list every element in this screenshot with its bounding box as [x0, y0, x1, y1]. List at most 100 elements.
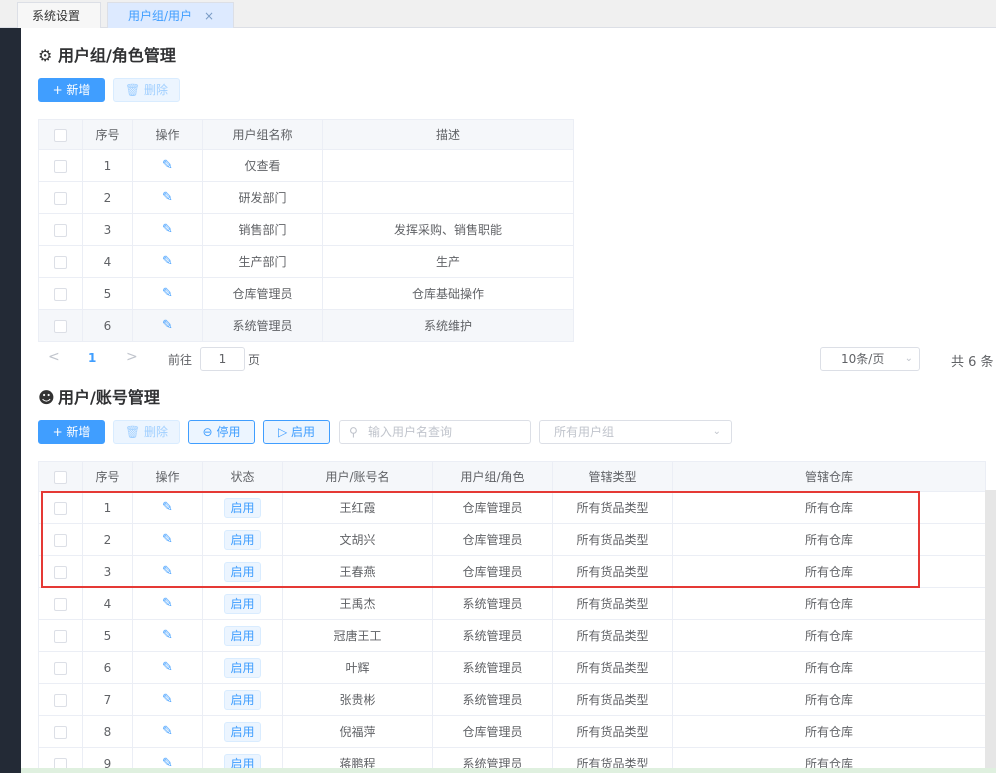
- close-icon[interactable]: ×: [204, 3, 214, 29]
- manage-warehouse: 所有仓库: [672, 523, 986, 556]
- disable-user-button[interactable]: ⊖ 停用: [188, 420, 255, 444]
- table-row[interactable]: 2 ✎ 启用 文胡兴 仓库管理员 所有货品类型 所有仓库: [38, 523, 986, 556]
- next-page-button[interactable]: >: [126, 349, 138, 365]
- user-role: 系统管理员: [432, 651, 553, 684]
- table-row[interactable]: 2 ✎ 研发部门: [38, 181, 574, 214]
- enable-user-button[interactable]: ▷ 启用: [263, 420, 330, 444]
- column-header: 序号: [82, 461, 133, 492]
- trash-icon: 🗑: [124, 83, 141, 97]
- row-checkbox[interactable]: [38, 491, 83, 524]
- table-row[interactable]: 4 ✎ 生产部门 生产: [38, 245, 574, 278]
- group-desc: [322, 149, 574, 182]
- user-role: 仓库管理员: [432, 715, 553, 748]
- add-user-button[interactable]: + 新增: [38, 420, 105, 444]
- table-row[interactable]: 1 ✎ 启用 王红霞 仓库管理员 所有货品类型 所有仓库: [38, 491, 986, 524]
- row-checkbox[interactable]: [38, 149, 83, 182]
- row-number: 4: [82, 245, 133, 278]
- group-name: 系统管理员: [202, 309, 323, 342]
- tab-user-groups[interactable]: 用户组/用户 ×: [107, 2, 234, 28]
- row-checkbox[interactable]: [38, 181, 83, 214]
- table-row[interactable]: 5 ✎ 仓库管理员 仓库基础操作: [38, 277, 574, 310]
- row-number: 2: [82, 523, 133, 556]
- row-checkbox[interactable]: [38, 619, 83, 652]
- manage-warehouse: 所有仓库: [672, 651, 986, 684]
- edit-icon[interactable]: ✎: [162, 318, 173, 333]
- row-checkbox[interactable]: [38, 213, 83, 246]
- table-row[interactable]: 3 ✎ 销售部门 发挥采购、销售职能: [38, 213, 574, 246]
- status-badge: 启用: [224, 689, 261, 710]
- prev-page-button[interactable]: <: [48, 349, 60, 365]
- user-role: 仓库管理员: [432, 555, 553, 588]
- manage-warehouse: 所有仓库: [672, 715, 986, 748]
- edit-icon[interactable]: ✎: [162, 628, 173, 643]
- edit-icon[interactable]: ✎: [162, 254, 173, 269]
- column-header: 管辖仓库: [672, 461, 986, 492]
- select-all-checkbox[interactable]: [38, 461, 83, 492]
- edit-icon[interactable]: ✎: [162, 532, 173, 547]
- sidebar-edge: [0, 28, 21, 773]
- add-group-button[interactable]: + 新增: [38, 78, 105, 102]
- tab-system-settings[interactable]: 系统设置: [17, 2, 101, 28]
- row-checkbox[interactable]: [38, 683, 83, 716]
- table-row[interactable]: 5 ✎ 启用 冠唐王工 系统管理员 所有货品类型 所有仓库: [38, 619, 986, 652]
- column-header: 用户组/角色: [432, 461, 553, 492]
- page-size-select[interactable]: 10条/页 ⌄: [820, 347, 920, 371]
- edit-icon[interactable]: ✎: [162, 724, 173, 739]
- edit-icon[interactable]: ✎: [162, 222, 173, 237]
- edit-icon[interactable]: ✎: [162, 660, 173, 675]
- chevron-down-icon: ⌄: [904, 353, 913, 364]
- edit-icon[interactable]: ✎: [162, 564, 173, 579]
- manage-type: 所有货品类型: [552, 555, 673, 588]
- manage-warehouse: 所有仓库: [672, 587, 986, 620]
- vertical-scrollbar[interactable]: [985, 490, 996, 773]
- user-name: 王禹杰: [282, 587, 433, 620]
- row-checkbox[interactable]: [38, 277, 83, 310]
- group-desc: 仓库基础操作: [322, 277, 574, 310]
- current-page[interactable]: 1: [88, 351, 96, 365]
- select-all-checkbox[interactable]: [38, 119, 83, 150]
- row-number: 3: [82, 213, 133, 246]
- edit-icon[interactable]: ✎: [162, 158, 173, 173]
- table-row[interactable]: 4 ✎ 启用 王禹杰 系统管理员 所有货品类型 所有仓库: [38, 587, 986, 620]
- delete-group-button[interactable]: 🗑 删除: [113, 78, 180, 102]
- row-number: 1: [82, 149, 133, 182]
- edit-icon[interactable]: ✎: [162, 596, 173, 611]
- row-number: 5: [82, 619, 133, 652]
- row-checkbox[interactable]: [38, 715, 83, 748]
- manage-warehouse: 所有仓库: [672, 555, 986, 588]
- group-name: 生产部门: [202, 245, 323, 278]
- user-icon: ☻: [38, 388, 55, 407]
- user-search-input[interactable]: ⚲ 输入用户名查询: [339, 420, 531, 444]
- goto-page-input[interactable]: 1: [200, 347, 245, 371]
- table-row[interactable]: 1 ✎ 仅查看: [38, 149, 574, 182]
- edit-icon[interactable]: ✎: [162, 286, 173, 301]
- user-name: 冠唐王工: [282, 619, 433, 652]
- column-header: 描述: [322, 119, 574, 150]
- user-name: 王红霞: [282, 491, 433, 524]
- edit-icon[interactable]: ✎: [162, 692, 173, 707]
- table-row[interactable]: 8 ✎ 启用 倪福萍 仓库管理员 所有货品类型 所有仓库: [38, 715, 986, 748]
- table-row[interactable]: 6 ✎ 启用 叶辉 系统管理员 所有货品类型 所有仓库: [38, 651, 986, 684]
- group-desc: 发挥采购、销售职能: [322, 213, 574, 246]
- column-header: 操作: [132, 461, 203, 492]
- delete-user-button[interactable]: 🗑 删除: [113, 420, 180, 444]
- row-checkbox[interactable]: [38, 651, 83, 684]
- user-name: 叶辉: [282, 651, 433, 684]
- manage-warehouse: 所有仓库: [672, 491, 986, 524]
- table-row[interactable]: 7 ✎ 启用 张贵彬 系统管理员 所有货品类型 所有仓库: [38, 683, 986, 716]
- row-number: 4: [82, 587, 133, 620]
- edit-icon[interactable]: ✎: [162, 500, 173, 515]
- row-checkbox[interactable]: [38, 555, 83, 588]
- row-checkbox[interactable]: [38, 523, 83, 556]
- group-name: 研发部门: [202, 181, 323, 214]
- edit-icon[interactable]: ✎: [162, 190, 173, 205]
- user-group-select[interactable]: 所有用户组 ⌄: [539, 420, 732, 444]
- user-table: 序号 操作 状态 用户/账号名 用户组/角色 管辖类型 管辖仓库 1 ✎ 启用 …: [38, 461, 986, 773]
- row-checkbox[interactable]: [38, 587, 83, 620]
- manage-type: 所有货品类型: [552, 683, 673, 716]
- row-checkbox[interactable]: [38, 309, 83, 342]
- group-desc: 系统维护: [322, 309, 574, 342]
- row-checkbox[interactable]: [38, 245, 83, 278]
- table-row[interactable]: 3 ✎ 启用 王春燕 仓库管理员 所有货品类型 所有仓库: [38, 555, 986, 588]
- table-row[interactable]: 6 ✎ 系统管理员 系统维护: [38, 309, 574, 342]
